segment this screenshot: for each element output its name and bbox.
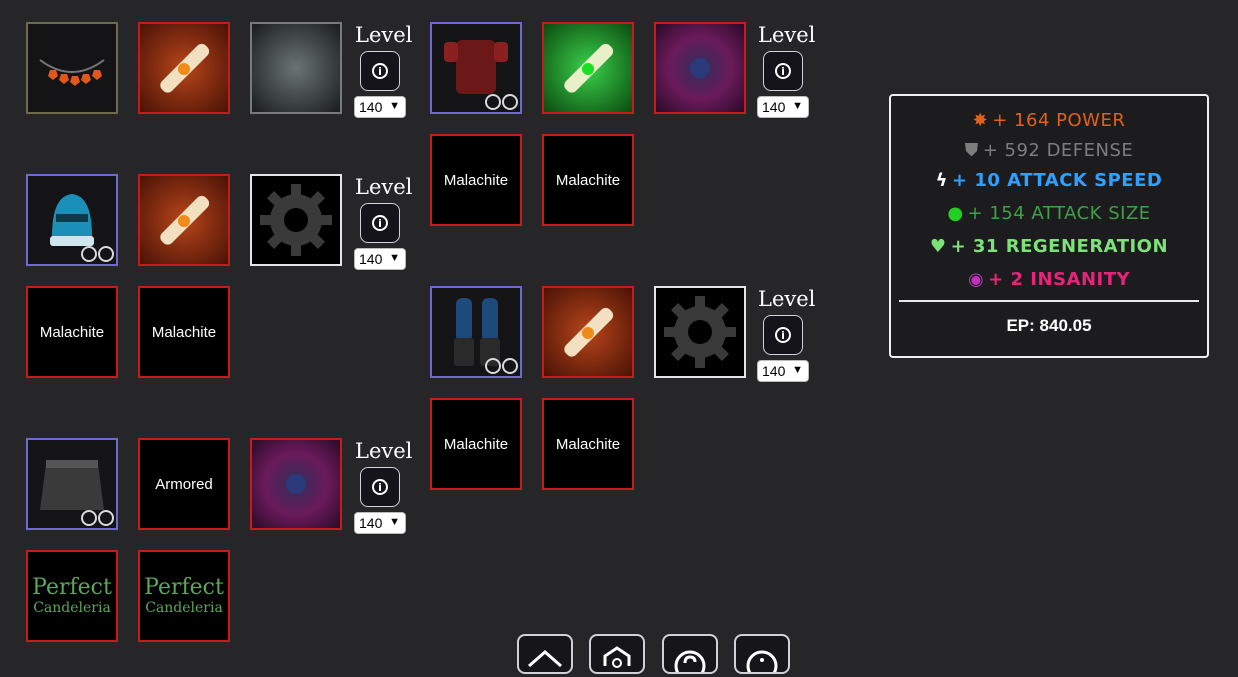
- level-title: Level: [355, 439, 413, 463]
- help-button[interactable]: [662, 634, 718, 677]
- gem-slot[interactable]: Malachite: [26, 286, 118, 378]
- perfect-gem-label: Perfect Candeleria: [144, 575, 224, 616]
- empty-modifier-slot[interactable]: [654, 286, 746, 378]
- enchant-scroll-slot[interactable]: [138, 22, 230, 114]
- info-icon: [746, 650, 778, 677]
- perfect-gem-label: Perfect Candeleria: [32, 575, 112, 616]
- socket-rings: [81, 510, 114, 526]
- stat-attack-speed: ϟ + 10 ATTACK SPEED: [935, 170, 1163, 191]
- socket-rings: [485, 94, 518, 110]
- gem-label: Malachite: [443, 171, 509, 189]
- info-button[interactable]: [734, 634, 790, 677]
- scroll-icon: [564, 307, 614, 357]
- leggings-slot[interactable]: [26, 438, 118, 530]
- level-select-value: 140: [359, 251, 383, 267]
- chestplate-slot[interactable]: [430, 22, 522, 114]
- gem-slot[interactable]: Malachite: [430, 398, 522, 490]
- shield-icon: ⛊: [964, 140, 979, 161]
- level-info-button[interactable]: i: [360, 467, 400, 507]
- scroll-icon: [564, 43, 614, 93]
- level-select-value: 140: [762, 99, 786, 115]
- gem-slot[interactable]: Malachite: [542, 134, 634, 226]
- ep-total: EP: 840.05: [1006, 316, 1092, 335]
- socket-rings: [485, 358, 518, 374]
- level-select-value: 140: [762, 363, 786, 379]
- shield-home-icon: [603, 646, 631, 668]
- armored-label: Armored: [155, 475, 213, 493]
- gem-slot[interactable]: Malachite: [430, 134, 522, 226]
- gem-label: Malachite: [39, 323, 105, 341]
- gear-icon: [664, 296, 736, 368]
- void-orb-slot[interactable]: [250, 438, 342, 530]
- info-icon: i: [372, 63, 388, 79]
- chevron-down-icon: ▼: [389, 252, 400, 264]
- chevron-down-icon: ▼: [792, 100, 803, 112]
- level-select[interactable]: 140 ▼: [354, 96, 406, 118]
- info-icon: i: [775, 63, 791, 79]
- stat-regeneration: ♥ + 31 REGENERATION: [929, 236, 1169, 257]
- gem-slot[interactable]: Malachite: [542, 398, 634, 490]
- shield-home-button[interactable]: [589, 634, 645, 674]
- level-select[interactable]: 140 ▼: [757, 360, 809, 382]
- power-icon: ✸: [972, 110, 989, 131]
- helmet-slot[interactable]: [26, 174, 118, 266]
- stats-divider: [899, 300, 1199, 302]
- eye-icon: ◉: [967, 269, 985, 290]
- info-icon: i: [372, 479, 388, 495]
- chevron-down-icon: ▼: [792, 364, 803, 376]
- amulet-icon: [39, 59, 105, 86]
- info-icon: i: [372, 215, 388, 231]
- gem-slot[interactable]: Malachite: [138, 286, 230, 378]
- heart-plus-icon: ♥: [929, 236, 947, 257]
- stat-insanity: ◉ + 2 INSANITY: [967, 269, 1131, 290]
- stats-panel: ✸ + 164 POWER ⛊ + 592 DEFENSE ϟ + 10 ATTACK…: [889, 94, 1209, 358]
- perfect-gem-slot[interactable]: Perfect Candeleria: [26, 550, 118, 642]
- gem-label: Malachite: [555, 435, 621, 453]
- home-icon: [528, 650, 562, 668]
- orb-icon: [690, 58, 710, 78]
- home-button[interactable]: [517, 634, 573, 674]
- level-title: Level: [355, 175, 413, 199]
- armored-slot[interactable]: Armored: [138, 438, 230, 530]
- amulet-slot[interactable]: [26, 22, 118, 114]
- gear-icon: [260, 184, 332, 256]
- chevron-down-icon: ▼: [389, 516, 400, 528]
- chevron-down-icon: ▼: [389, 100, 400, 112]
- attack-speed-icon: ϟ: [935, 170, 949, 191]
- stat-defense: ⛊ + 592 DEFENSE: [964, 140, 1134, 161]
- level-select-value: 140: [359, 99, 383, 115]
- enchant-scroll-slot[interactable]: [138, 174, 230, 266]
- blurred-modifier-slot[interactable]: [250, 22, 342, 114]
- level-info-button[interactable]: i: [763, 315, 803, 355]
- stat-power: ✸ + 164 POWER: [972, 110, 1126, 131]
- attack-size-icon: ●: [947, 203, 964, 224]
- gem-label: Malachite: [555, 171, 621, 189]
- level-info-button[interactable]: i: [360, 51, 400, 91]
- level-title: Level: [758, 287, 816, 311]
- orb-icon: [286, 474, 306, 494]
- level-title: Level: [758, 23, 816, 47]
- level-select-value: 140: [359, 515, 383, 531]
- perfect-gem-slot[interactable]: Perfect Candeleria: [138, 550, 230, 642]
- level-select[interactable]: 140 ▼: [354, 248, 406, 270]
- enchant-scroll-slot[interactable]: [542, 286, 634, 378]
- socket-rings: [81, 246, 114, 262]
- green-scroll-slot[interactable]: [542, 22, 634, 114]
- scroll-icon: [160, 195, 210, 245]
- empty-modifier-slot[interactable]: [250, 174, 342, 266]
- level-select[interactable]: 140 ▼: [354, 512, 406, 534]
- void-orb-slot[interactable]: [654, 22, 746, 114]
- gem-label: Malachite: [443, 435, 509, 453]
- level-select[interactable]: 140 ▼: [757, 96, 809, 118]
- info-icon: i: [775, 327, 791, 343]
- stat-attack-size: ● + 154 ATTACK SIZE: [947, 203, 1151, 224]
- gem-label: Malachite: [151, 323, 217, 341]
- level-info-button[interactable]: i: [360, 203, 400, 243]
- level-info-button[interactable]: i: [763, 51, 803, 91]
- help-icon: [674, 650, 706, 677]
- boots-slot[interactable]: [430, 286, 522, 378]
- scroll-icon: [160, 43, 210, 93]
- level-title: Level: [355, 23, 413, 47]
